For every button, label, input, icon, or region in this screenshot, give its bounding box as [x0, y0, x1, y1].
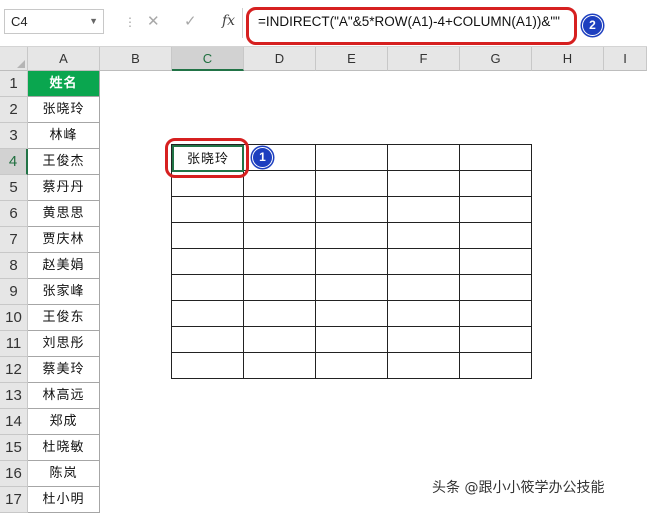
step-badge-2: 2: [582, 15, 603, 36]
row-header-13[interactable]: 13: [0, 383, 28, 409]
grid-cell[interactable]: [460, 249, 532, 275]
row-header-12[interactable]: 12: [0, 357, 28, 383]
column-header-f[interactable]: F: [388, 47, 460, 71]
column-header-h[interactable]: H: [532, 47, 604, 71]
enter-icon[interactable]: ✓: [184, 10, 197, 32]
grid-cell[interactable]: [244, 197, 316, 223]
grid-cell[interactable]: [316, 301, 388, 327]
grid-cell[interactable]: [460, 301, 532, 327]
column-header-g[interactable]: G: [460, 47, 532, 71]
name-column-header[interactable]: 姓名: [28, 71, 100, 97]
grid-cell[interactable]: [316, 327, 388, 353]
name-cell[interactable]: 林高远: [28, 383, 100, 409]
name-cell[interactable]: 张家峰: [28, 279, 100, 305]
row-header-17[interactable]: 17: [0, 487, 28, 513]
grid-cell[interactable]: [460, 327, 532, 353]
grid-cell[interactable]: [172, 327, 244, 353]
row-header-7[interactable]: 7: [0, 227, 28, 253]
grid-cell[interactable]: [388, 223, 460, 249]
grid-cell[interactable]: [172, 197, 244, 223]
grid-cell[interactable]: [244, 171, 316, 197]
row-header-14[interactable]: 14: [0, 409, 28, 435]
grid-cell[interactable]: [316, 353, 388, 379]
grid-cell[interactable]: [316, 223, 388, 249]
row-header-11[interactable]: 11: [0, 331, 28, 357]
name-cell[interactable]: 陈岚: [28, 461, 100, 487]
row-header-16[interactable]: 16: [0, 461, 28, 487]
grid-cell[interactable]: [460, 275, 532, 301]
output-grid: [171, 144, 532, 379]
cell-highlight-ring: [165, 138, 249, 178]
column-header-a[interactable]: A: [28, 47, 100, 71]
name-cell[interactable]: 王俊杰: [28, 149, 100, 175]
name-cell[interactable]: 王俊东: [28, 305, 100, 331]
column-header-d[interactable]: D: [244, 47, 316, 71]
name-cell[interactable]: 刘思彤: [28, 331, 100, 357]
grid-cell[interactable]: [388, 275, 460, 301]
name-cell[interactable]: 赵美娟: [28, 253, 100, 279]
select-all-corner[interactable]: [0, 47, 28, 71]
grid-cell[interactable]: [388, 301, 460, 327]
name-cell[interactable]: 郑成: [28, 409, 100, 435]
name-cell[interactable]: 林峰: [28, 123, 100, 149]
grid-cell[interactable]: [460, 197, 532, 223]
row-header-9[interactable]: 9: [0, 279, 28, 305]
grid-cell[interactable]: [172, 353, 244, 379]
name-cell[interactable]: 杜小明: [28, 487, 100, 513]
step-badge-1: 1: [252, 147, 273, 168]
grid-cell[interactable]: [388, 145, 460, 171]
name-box-value: C4: [11, 14, 28, 29]
grid-cell[interactable]: [316, 145, 388, 171]
row-header-8[interactable]: 8: [0, 253, 28, 279]
column-header-i[interactable]: I: [604, 47, 647, 71]
grid-cell[interactable]: [244, 275, 316, 301]
grid-cell[interactable]: [316, 275, 388, 301]
grid-cell[interactable]: [388, 197, 460, 223]
grid-cell[interactable]: [460, 145, 532, 171]
grid-cell[interactable]: [460, 223, 532, 249]
insert-function-icon[interactable]: fx: [222, 10, 235, 32]
grid-cell[interactable]: [388, 171, 460, 197]
grid-cell[interactable]: [244, 327, 316, 353]
grid-cell[interactable]: [316, 171, 388, 197]
grid-cell[interactable]: [172, 301, 244, 327]
name-cell[interactable]: 黄思思: [28, 201, 100, 227]
grid-cell[interactable]: [388, 327, 460, 353]
column-header-c[interactable]: C: [172, 47, 244, 71]
grid-cell[interactable]: [244, 249, 316, 275]
chevron-down-icon[interactable]: ▼: [89, 10, 98, 33]
grid-cell[interactable]: [316, 249, 388, 275]
row-header-5[interactable]: 5: [0, 175, 28, 201]
row-header-2[interactable]: 2: [0, 97, 28, 123]
name-box[interactable]: C4 ▼: [4, 9, 104, 34]
grid-cell[interactable]: [172, 249, 244, 275]
grid-cell[interactable]: [460, 171, 532, 197]
column-header-e[interactable]: E: [316, 47, 388, 71]
grid-cell[interactable]: [244, 223, 316, 249]
name-cell[interactable]: 贾庆林: [28, 227, 100, 253]
watermark: 头条 @跟小小筱学办公技能: [432, 480, 605, 496]
grid-cell[interactable]: [388, 249, 460, 275]
formula-highlight-ring: [246, 7, 577, 45]
grid-cell[interactable]: [388, 353, 460, 379]
row-header-3[interactable]: 3: [0, 123, 28, 149]
grid-cell[interactable]: [316, 197, 388, 223]
name-cell[interactable]: 蔡丹丹: [28, 175, 100, 201]
name-cell[interactable]: 蔡美玲: [28, 357, 100, 383]
row-header-10[interactable]: 10: [0, 305, 28, 331]
row-header-4[interactable]: 4: [0, 149, 28, 175]
grid-cell[interactable]: [244, 301, 316, 327]
grid-cell[interactable]: [172, 223, 244, 249]
separator-dots: ⋮: [124, 15, 136, 29]
name-cell[interactable]: 张晓玲: [28, 97, 100, 123]
grid-cell[interactable]: [172, 275, 244, 301]
column-header-b[interactable]: B: [100, 47, 172, 71]
grid-cell[interactable]: [460, 353, 532, 379]
row-header-6[interactable]: 6: [0, 201, 28, 227]
name-cell[interactable]: 杜晓敏: [28, 435, 100, 461]
grid-cell[interactable]: [244, 353, 316, 379]
row-header-15[interactable]: 15: [0, 435, 28, 461]
cancel-icon[interactable]: ✕: [147, 10, 160, 32]
row-header-1[interactable]: 1: [0, 71, 28, 97]
